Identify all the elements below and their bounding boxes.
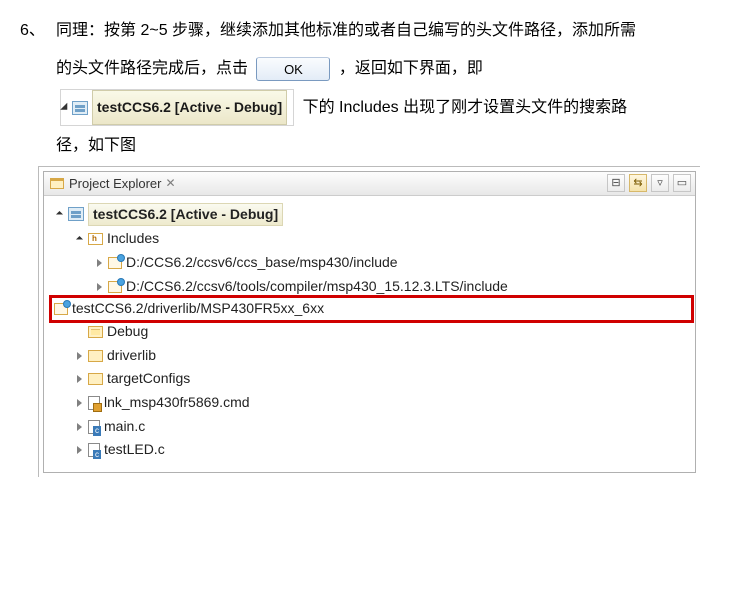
ccs-project-icon bbox=[68, 207, 84, 221]
tree-file-testled-c[interactable]: testLED.c bbox=[52, 438, 691, 462]
include-path-item-highlighted[interactable]: testCCS6.2/driverlib/MSP430FR5xx_6xx bbox=[52, 298, 691, 320]
tree-toggle-icon[interactable] bbox=[94, 258, 104, 268]
minimize-view-button[interactable]: ▭ bbox=[673, 174, 691, 192]
folder-icon bbox=[88, 373, 103, 385]
tree-file-cmd[interactable]: lnk_msp430fr5869.cmd bbox=[52, 391, 691, 415]
tree-folder-targetconfigs[interactable]: targetConfigs bbox=[52, 367, 691, 391]
step-content: 同理：按第 2~5 步骤，继续添加其他标准的或者自己编写的头文件路径，添加所需 … bbox=[56, 12, 636, 166]
folder-label: driverlib bbox=[107, 345, 156, 367]
file-label: main.c bbox=[104, 416, 145, 438]
tree-toggle-icon[interactable] bbox=[74, 374, 84, 384]
tree-toggle-icon[interactable] bbox=[74, 422, 84, 432]
project-root-label: testCCS6.2 [Active - Debug] bbox=[88, 203, 283, 227]
step-6: 6、 同理：按第 2~5 步骤，继续添加其他标准的或者自己编写的头文件路径，添加… bbox=[20, 12, 736, 166]
tree-includes-node[interactable]: Includes bbox=[52, 227, 691, 251]
include-dir-icon bbox=[108, 281, 122, 293]
project-explorer-titlebar: Project Explorer ✕ ⊟ ⇆ ▿ ▭ bbox=[44, 172, 695, 196]
tree-toggle-icon[interactable] bbox=[74, 234, 84, 244]
includes-folder-icon bbox=[88, 233, 103, 245]
explorer-title-text: Project Explorer bbox=[69, 168, 161, 199]
file-label: testLED.c bbox=[104, 439, 165, 461]
step-text-1c: ，返回如下界面，即 bbox=[339, 60, 483, 77]
file-label: lnk_msp430fr5869.cmd bbox=[104, 392, 250, 414]
tree-file-main-c[interactable]: main.c bbox=[52, 415, 691, 439]
step-text-1b: 的头文件路径完成后，点击 bbox=[56, 60, 248, 77]
includes-label: Includes bbox=[107, 228, 159, 250]
view-menu-button[interactable]: ▿ bbox=[651, 174, 669, 192]
include-dir-icon bbox=[54, 303, 68, 315]
ccs-project-icon bbox=[72, 101, 88, 115]
project-tree: testCCS6.2 [Active - Debug] Includes D:/… bbox=[44, 196, 695, 473]
tree-toggle-icon[interactable] bbox=[94, 282, 104, 292]
explorer-screenshot-frame: Project Explorer ✕ ⊟ ⇆ ▿ ▭ testCCS6.2 [A… bbox=[38, 166, 700, 478]
step-text-2: 下的 Includes 出现了刚才设置头文件的搜索路 bbox=[303, 99, 628, 116]
include-path-item[interactable]: D:/CCS6.2/ccsv6/tools/compiler/msp430_15… bbox=[52, 275, 691, 299]
close-tab-icon[interactable]: ✕ bbox=[165, 169, 175, 198]
step-text-3: 径，如下图 bbox=[56, 127, 636, 165]
tree-folder-debug[interactable]: Debug bbox=[52, 320, 691, 344]
project-badge-inline: testCCS6.2 [Active - Debug] bbox=[60, 89, 294, 127]
tree-spacer bbox=[74, 327, 84, 337]
c-file-icon bbox=[88, 443, 100, 457]
link-editor-button[interactable]: ⇆ bbox=[629, 174, 647, 192]
folder-label: targetConfigs bbox=[107, 368, 190, 390]
step-text-1a: 同理：按第 2~5 步骤，继续添加其他标准的或者自己编写的头文件路径，添加所需 bbox=[56, 22, 636, 39]
tree-toggle-icon[interactable] bbox=[54, 209, 64, 219]
explorer-folder-icon bbox=[50, 178, 64, 189]
folder-icon bbox=[88, 326, 103, 338]
step-number: 6、 bbox=[20, 12, 50, 50]
tree-folder-driverlib[interactable]: driverlib bbox=[52, 344, 691, 368]
folder-icon bbox=[88, 350, 103, 362]
include-dir-icon bbox=[108, 257, 122, 269]
project-explorer-panel: Project Explorer ✕ ⊟ ⇆ ▿ ▭ testCCS6.2 [A… bbox=[43, 171, 696, 474]
tree-toggle-icon[interactable] bbox=[74, 445, 84, 455]
tree-project-root[interactable]: testCCS6.2 [Active - Debug] bbox=[52, 202, 691, 228]
collapse-all-button[interactable]: ⊟ bbox=[607, 174, 625, 192]
include-path-label: D:/CCS6.2/ccsv6/ccs_base/msp430/include bbox=[126, 252, 398, 274]
tree-expanded-icon bbox=[60, 102, 71, 113]
include-path-item[interactable]: D:/CCS6.2/ccsv6/ccs_base/msp430/include bbox=[52, 251, 691, 275]
c-file-icon bbox=[88, 420, 100, 434]
include-path-label: testCCS6.2/driverlib/MSP430FR5xx_6xx bbox=[72, 298, 324, 320]
tree-toggle-icon[interactable] bbox=[74, 398, 84, 408]
cmd-file-icon bbox=[88, 396, 100, 410]
project-badge-label: testCCS6.2 [Active - Debug] bbox=[92, 90, 287, 126]
tree-toggle-icon[interactable] bbox=[74, 351, 84, 361]
include-path-label: D:/CCS6.2/ccsv6/tools/compiler/msp430_15… bbox=[126, 276, 508, 298]
folder-label: Debug bbox=[107, 321, 148, 343]
ok-button[interactable]: OK bbox=[256, 57, 330, 81]
